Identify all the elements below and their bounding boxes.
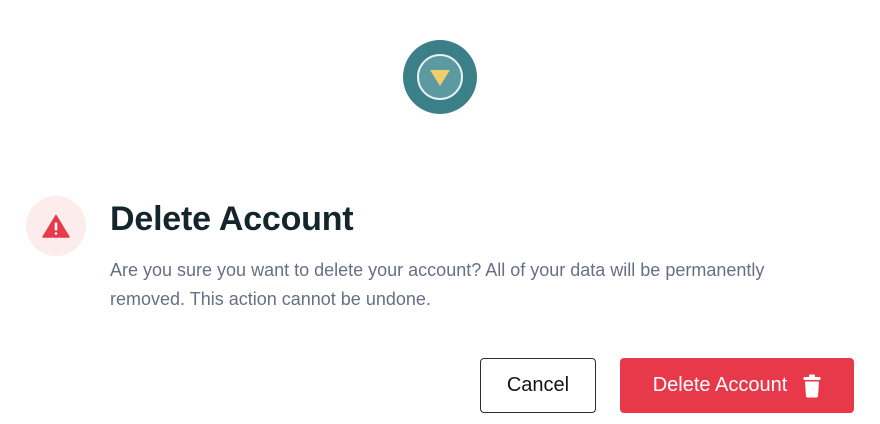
dialog-message: Are you sure you want to delete your acc… [110, 260, 765, 309]
delete-account-button[interactable]: Delete Account [620, 358, 854, 413]
cancel-button[interactable]: Cancel [480, 358, 596, 413]
logo-inner-circle [417, 54, 463, 100]
cancel-button-label: Cancel [506, 374, 570, 396]
app-logo-icon [403, 40, 477, 114]
delete-button-label: Delete Account [652, 374, 788, 396]
warning-triangle-icon [42, 214, 70, 238]
down-triangle-icon [430, 70, 450, 86]
warning-icon-circle [26, 196, 86, 256]
dialog-title: Delete Account [110, 200, 354, 238]
trash-icon [803, 374, 821, 398]
